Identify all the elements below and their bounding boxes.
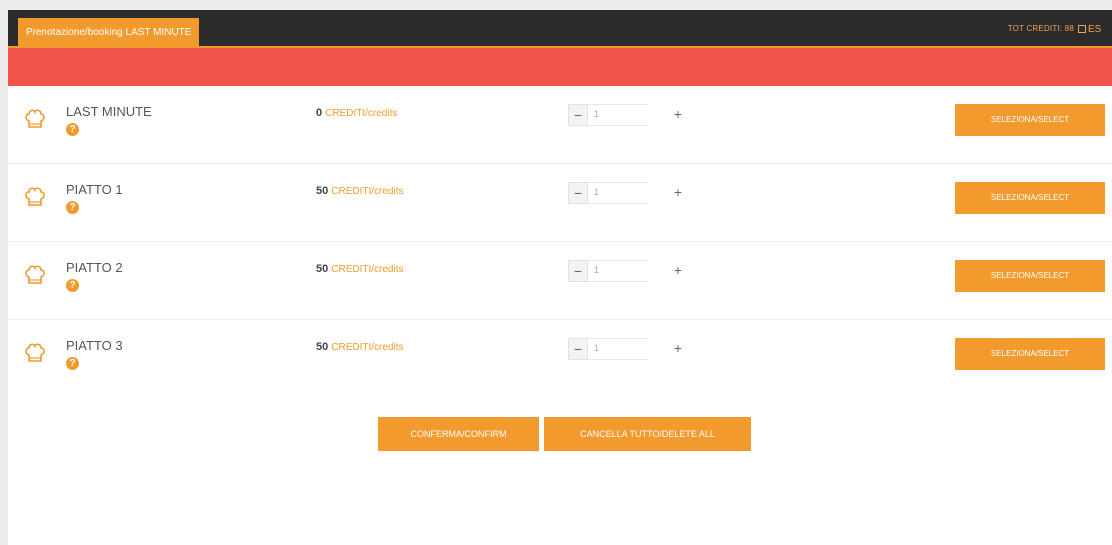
quantity-input[interactable]: 1: [588, 338, 648, 360]
select-button[interactable]: SELEZIONA/SELECT: [955, 260, 1105, 292]
dish-price: 0 CREDITI/credits: [316, 107, 397, 119]
select-button[interactable]: SELEZIONA/SELECT: [955, 104, 1105, 136]
chef-hat-icon: [25, 343, 45, 362]
dish-price: 50 CREDITI/credits: [316, 263, 403, 275]
quantity-stepper: − 1 +: [568, 182, 688, 204]
top-bar: Prenotazione/booking LAST MINUTE TOT CRE…: [8, 10, 1112, 48]
decrement-button[interactable]: −: [568, 260, 588, 282]
price-value: 50: [316, 185, 329, 197]
help-icon[interactable]: ?: [66, 123, 79, 136]
quantity-input[interactable]: 1: [588, 104, 648, 126]
list-item: PIATTO 2 ? 50 CREDITI/credits − 1 + SELEZ…: [8, 242, 1112, 320]
banner-bar: [8, 48, 1112, 86]
stepper-gap: [648, 338, 668, 360]
quantity-input[interactable]: 1: [588, 182, 648, 204]
logout-label: ES: [1088, 23, 1102, 35]
dish-price: 50 CREDITI/credits: [316, 341, 403, 353]
dish-name: PIATTO 2: [66, 260, 123, 275]
logout-icon: [1078, 25, 1086, 33]
decrement-button[interactable]: −: [568, 338, 588, 360]
quantity-input[interactable]: 1: [588, 260, 648, 282]
increment-button[interactable]: +: [668, 104, 688, 126]
increment-button[interactable]: +: [668, 338, 688, 360]
select-button[interactable]: SELEZIONA/SELECT: [955, 338, 1105, 370]
quantity-stepper: − 1 +: [568, 104, 688, 126]
price-value: 50: [316, 341, 329, 353]
increment-button[interactable]: +: [668, 182, 688, 204]
price-unit: CREDITI/credits: [331, 264, 404, 275]
help-icon[interactable]: ?: [66, 279, 79, 292]
quantity-stepper: − 1 +: [568, 260, 688, 282]
price-unit: CREDITI/credits: [325, 108, 398, 119]
decrement-button[interactable]: −: [568, 182, 588, 204]
dish-list: LAST MINUTE ? 0 CREDITI/credits − 1 + SEL…: [8, 86, 1112, 397]
help-icon[interactable]: ?: [66, 357, 79, 370]
help-icon[interactable]: ?: [66, 201, 79, 214]
delete-all-button[interactable]: CANCELLA TUTTO/DELETE ALL: [544, 417, 751, 451]
list-item: PIATTO 3 ? 50 CREDITI/credits − 1 + SELEZ…: [8, 320, 1112, 397]
confirm-button[interactable]: CONFERMA/CONFIRM: [378, 417, 539, 451]
price-unit: CREDITI/credits: [331, 342, 404, 353]
chef-hat-icon: [25, 265, 45, 284]
chef-hat-icon: [25, 187, 45, 206]
quantity-stepper: − 1 +: [568, 338, 688, 360]
dish-name: LAST MINUTE: [66, 104, 152, 119]
dish-name: PIATTO 1: [66, 182, 123, 197]
action-buttons: CONFERMA/CONFIRM CANCELLA TUTTO/DELETE A…: [378, 417, 751, 451]
app-frame: Prenotazione/booking LAST MINUTE TOT CRE…: [8, 10, 1112, 545]
increment-button[interactable]: +: [668, 260, 688, 282]
stepper-gap: [648, 104, 668, 126]
list-item: PIATTO 1 ? 50 CREDITI/credits − 1 + SELEZ…: [8, 164, 1112, 242]
price-value: 50: [316, 263, 329, 275]
price-value: 0: [316, 107, 323, 119]
dish-name: PIATTO 3: [66, 338, 123, 353]
stepper-gap: [648, 182, 668, 204]
total-credits: TOT CREDITI: 88: [1007, 24, 1074, 33]
price-unit: CREDITI/credits: [331, 186, 404, 197]
chef-hat-icon: [25, 109, 45, 128]
stepper-gap: [648, 260, 668, 282]
tab-booking-last-minute[interactable]: Prenotazione/booking LAST MINUTE: [18, 18, 200, 48]
select-button[interactable]: SELEZIONA/SELECT: [955, 182, 1105, 214]
logout-button[interactable]: ES: [1078, 20, 1112, 38]
dish-price: 50 CREDITI/credits: [316, 185, 403, 197]
list-item: LAST MINUTE ? 0 CREDITI/credits − 1 + SEL…: [8, 86, 1112, 164]
decrement-button[interactable]: −: [568, 104, 588, 126]
